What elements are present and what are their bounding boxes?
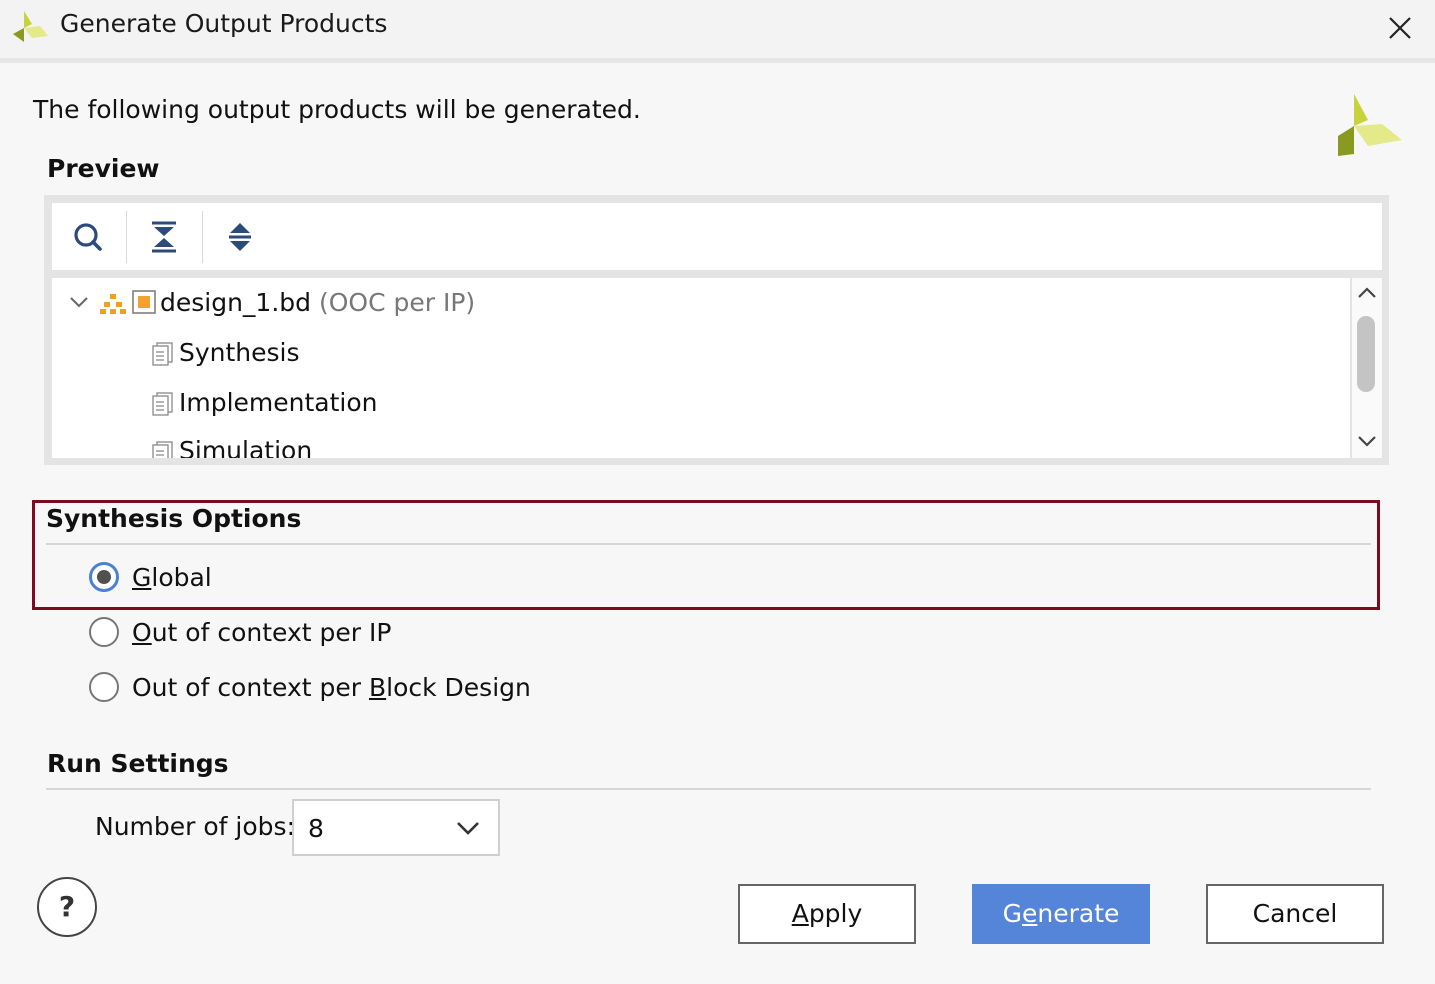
radio-label-ooc-per-block-design[interactable]: Out of context per Block Design — [132, 673, 531, 702]
jobs-select[interactable]: 8 — [292, 799, 500, 856]
toolbar-separator — [202, 211, 203, 263]
vivado-logo-icon — [13, 11, 48, 42]
preview-toolbar — [52, 203, 1382, 270]
preview-tree: design_1.bd (OOC per IP) Synthesis Imple… — [52, 278, 1350, 458]
ip-block-icon — [132, 290, 156, 314]
tree-item-implementation[interactable]: Implementation — [179, 388, 378, 417]
chevron-down-icon[interactable] — [1355, 432, 1379, 452]
tree-item-annotation: (OOC per IP) — [318, 288, 476, 317]
block-design-icon — [100, 294, 126, 314]
title-bar-divider — [0, 58, 1435, 63]
jobs-label: Number of jobs: — [95, 812, 295, 841]
radio-label-global[interactable]: Global — [132, 563, 212, 592]
radio-global[interactable] — [89, 562, 119, 592]
tree-item-root[interactable]: design_1.bd (OOC per IP) — [160, 288, 475, 317]
chevron-down-icon[interactable] — [67, 293, 91, 313]
jobs-value: 8 — [308, 814, 324, 843]
toolbar-separator — [126, 211, 127, 263]
expand-all-icon[interactable] — [212, 211, 268, 263]
radio-ooc-per-block-design[interactable] — [89, 672, 119, 702]
search-icon[interactable] — [60, 211, 116, 263]
divider — [46, 788, 1371, 790]
vivado-logo-icon — [1338, 94, 1402, 156]
document-icon — [152, 441, 173, 458]
radio-label-ooc-per-ip[interactable]: Out of context per IP — [132, 618, 391, 647]
intro-text: The following output products will be ge… — [33, 95, 641, 124]
tree-item-simulation[interactable]: Simulation — [179, 436, 312, 458]
divider — [46, 543, 1371, 545]
radio-ooc-per-ip[interactable] — [89, 617, 119, 647]
document-icon — [152, 342, 173, 366]
scrollbar-thumb[interactable] — [1357, 316, 1375, 392]
collapse-all-icon[interactable] — [136, 211, 192, 263]
tree-item-label: design_1.bd — [160, 288, 312, 317]
tree-scrollbar[interactable] — [1352, 278, 1382, 458]
chevron-up-icon[interactable] — [1355, 282, 1379, 302]
generate-button[interactable]: Generate — [972, 884, 1150, 944]
preview-title: Preview — [47, 154, 160, 183]
apply-button[interactable]: Apply — [738, 884, 916, 944]
chevron-down-icon — [457, 822, 479, 835]
close-icon[interactable] — [1380, 8, 1420, 48]
cancel-button[interactable]: Cancel — [1206, 884, 1384, 944]
tree-item-synthesis[interactable]: Synthesis — [179, 338, 300, 367]
synthesis-options-title: Synthesis Options — [46, 504, 302, 533]
document-icon — [152, 392, 173, 416]
help-button[interactable]: ? — [37, 877, 97, 937]
run-settings-title: Run Settings — [47, 749, 229, 778]
window-title: Generate Output Products — [60, 9, 388, 38]
